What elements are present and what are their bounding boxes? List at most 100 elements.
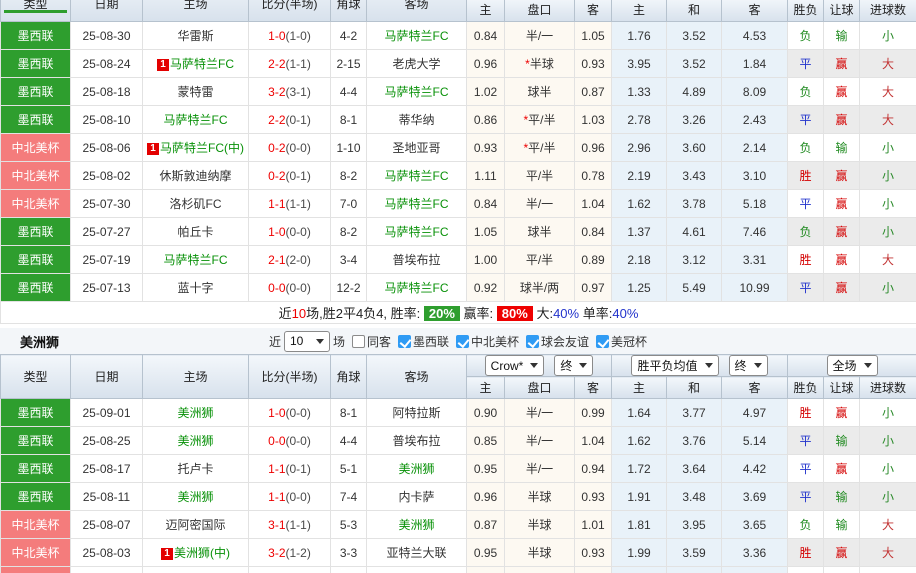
- match-row: 中北美杯 25-08-02 休斯敦迪纳摩 0-2(0-1) 8-2 马萨特兰FC 1.11 平…: [0, 161, 916, 190]
- ah-home-odds: 0.96: [466, 482, 505, 511]
- ah-away-odds: 0.84: [573, 217, 613, 246]
- half-score: (0-0): [285, 489, 311, 504]
- ah-away-odds: 0.96: [573, 133, 613, 162]
- result-cell: 负: [787, 21, 825, 50]
- single-rate-label: 单率:: [582, 306, 613, 321]
- match-row: 墨西联 25-07-27 帕丘卡 1-0(0-0) 8-2 马萨特兰FC 1.05 球半 0.8…: [0, 217, 916, 246]
- euro-final-select[interactable]: 终: [728, 355, 768, 376]
- handicap-result-cell: 赢: [823, 49, 861, 78]
- filter-label: 中北美杯: [471, 334, 520, 349]
- away-team-cell: 普埃布拉: [366, 426, 467, 455]
- col-score: 比分(半场): [248, 354, 331, 399]
- league-cell: 墨西联: [0, 245, 71, 274]
- col-ah-home: 主: [466, 376, 505, 399]
- games-suffix-label: 场: [332, 334, 345, 349]
- eu-away-odds: 3.69: [720, 482, 789, 511]
- odds-source-select[interactable]: Crow*: [484, 355, 545, 376]
- eu-draw-odds: 3.26: [666, 105, 723, 134]
- handicap-result-cell: 赢: [823, 161, 861, 190]
- score-cell: 2-2(1-1): [248, 49, 331, 78]
- filter-同客: 同客: [351, 333, 391, 350]
- team-name: 马萨特兰FC: [384, 169, 449, 183]
- away-team-cell: 马萨特兰FC: [366, 77, 467, 106]
- eu-home-odds: 1.62: [611, 189, 668, 218]
- 球会友谊-checkbox[interactable]: [526, 334, 540, 348]
- 墨西联-checkbox[interactable]: [397, 334, 411, 348]
- 同客-checkbox[interactable]: [351, 334, 365, 348]
- half-score: (0-0): [285, 224, 311, 239]
- score-cell: 1-1(0-0): [248, 482, 331, 511]
- ah-away-odds: 1.04: [574, 426, 612, 455]
- ah-home-odds: 0.92: [466, 566, 505, 573]
- away-team-cell: 奥兰多城: [366, 566, 467, 573]
- ah-line: 半/一: [504, 189, 575, 218]
- ah-line: 半/一: [504, 21, 575, 50]
- eu-draw-odds: 4.89: [666, 77, 723, 106]
- eu-draw-odds: 3.40: [666, 566, 722, 573]
- eu-home-odds: 3.95: [611, 49, 668, 78]
- corner-cell: 4-2: [330, 21, 367, 50]
- odds-source-value: Crow*: [490, 358, 524, 373]
- score-cell: 1-1(0-1): [248, 566, 331, 573]
- chevron-down-icon: [863, 363, 872, 368]
- col-type: 类型: [0, 0, 71, 22]
- team-name: 马萨特兰FC: [170, 57, 234, 71]
- score-cell: 1-1(1-1): [248, 189, 331, 218]
- ah-line: *平/半: [504, 105, 575, 134]
- date-cell: 25-08-18: [70, 77, 143, 106]
- score-cell: 3-2(3-1): [248, 77, 331, 106]
- live-line-star: *: [523, 141, 529, 155]
- team-name: 美洲狮: [398, 462, 435, 476]
- team-name: 内卡萨: [398, 490, 435, 504]
- date-cell: 25-07-13: [70, 273, 143, 302]
- full-score: 1-0: [268, 224, 286, 239]
- score-cell: 0-0(0-0): [248, 273, 331, 302]
- league-cell: 中北美杯: [0, 133, 71, 162]
- team-name: 美洲狮: [177, 406, 214, 420]
- corner-cell: 12-2: [330, 273, 367, 302]
- home-team-cell: 1 马萨特兰FC: [142, 49, 249, 78]
- result-cell: 平: [787, 454, 825, 483]
- eu-home-odds: 1.37: [611, 217, 668, 246]
- scope-select[interactable]: 全场: [826, 355, 878, 376]
- team-name: 老虎大学: [392, 57, 441, 71]
- ah-home-odds: 0.90: [466, 398, 505, 427]
- eu-away-odds: 1.84: [721, 49, 789, 78]
- odds-final-select[interactable]: 终: [554, 355, 594, 376]
- handicap-result-cell: 赢: [823, 77, 861, 106]
- eu-away-odds: 7.46: [721, 217, 789, 246]
- eu-draw-odds: 3.59: [666, 538, 722, 567]
- 美冠杯-checkbox[interactable]: [596, 334, 610, 348]
- summary-near-label: 近: [278, 306, 292, 321]
- goals-result-cell: 小: [859, 454, 916, 483]
- full-score: 3-2: [268, 84, 286, 99]
- ah-away-odds: 0.78: [573, 161, 613, 190]
- handicap-result-cell: 输: [823, 510, 861, 539]
- col-goals: 进球数: [859, 376, 916, 399]
- ah-home-odds: 1.05: [466, 217, 505, 246]
- date-cell: 25-08-03: [70, 538, 143, 567]
- home-team-cell: 迈阿密国际: [142, 510, 249, 539]
- date-cell: 25-07-19: [70, 245, 143, 274]
- result-cell: 负: [787, 77, 825, 106]
- date-cell: 25-08-25: [70, 426, 143, 455]
- col-ah-away: 客: [573, 0, 613, 22]
- full-score: 0-0: [268, 280, 286, 295]
- col-eu-away: 客: [721, 0, 789, 22]
- team-name: 阿特拉斯: [392, 406, 441, 420]
- result-cell: 平: [787, 566, 825, 573]
- league-cell: 墨西联: [0, 77, 71, 106]
- ah-home-odds: 0.84: [466, 21, 505, 50]
- eu-away-odds: 1.93: [720, 566, 789, 573]
- league-cell: 墨西联: [0, 454, 71, 483]
- corner-cell: 7-0: [330, 189, 367, 218]
- eu-draw-odds: 3.78: [666, 189, 723, 218]
- euro-final-value: 终: [734, 359, 747, 373]
- handicap-result-cell: 赢: [823, 245, 861, 274]
- 中北美杯-checkbox[interactable]: [456, 334, 469, 348]
- recent-games-select[interactable]: 10: [283, 330, 330, 352]
- rank-1-badge: 1: [147, 143, 159, 155]
- euro-avg-select[interactable]: 胜平负均值: [631, 355, 719, 376]
- match-row: 中北美杯 25-08-06 1 马萨特兰FC(中) 0-2(0-0) 1-10 圣地亚哥 0.…: [0, 133, 916, 162]
- league-cell: 墨西联: [0, 482, 71, 511]
